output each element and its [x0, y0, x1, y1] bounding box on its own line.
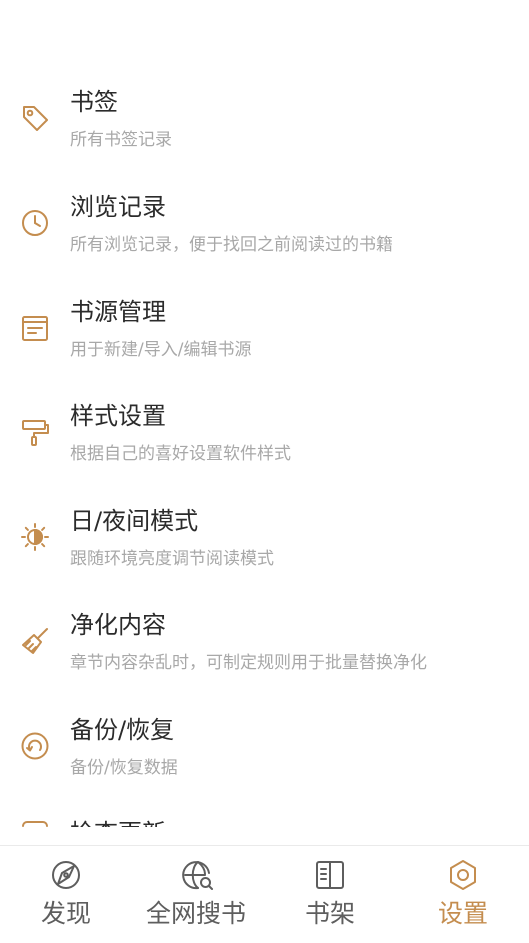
- bottom-navigation: 发现 全网搜书 书架 设置: [0, 845, 529, 943]
- broom-icon: [20, 626, 50, 656]
- settings-item-title: 浏览记录: [70, 193, 166, 221]
- nav-tab-label: 发现: [41, 899, 92, 928]
- clock-icon: [20, 208, 50, 238]
- settings-item-style[interactable]: 样式设置 根据自己的喜好设置软件样式: [0, 400, 529, 504]
- nav-tab-bookshelf[interactable]: 书架: [280, 846, 380, 943]
- upload-icon: [20, 814, 50, 827]
- globe-search-icon: [181, 858, 215, 892]
- settings-list: 书签 所有书签记录 浏览记录 所有浏览记录，便于找回之前阅读过的书籍 书源管理 …: [0, 0, 529, 827]
- settings-item-title: 书源管理: [70, 298, 166, 326]
- settings-item-purify[interactable]: 净化内容 章节内容杂乱时，可制定规则用于批量替换净化: [0, 609, 529, 713]
- settings-item-title: 净化内容: [70, 611, 166, 639]
- settings-item-title: 日/夜间模式: [70, 507, 199, 535]
- settings-item-subtitle: 用于新建/导入/编辑书源: [70, 340, 252, 360]
- nav-tab-label: 设置: [438, 899, 489, 928]
- settings-item-title: 样式设置: [70, 402, 166, 430]
- gear-icon: [446, 858, 480, 892]
- day-night-icon: [20, 522, 50, 552]
- settings-item-subtitle: 跟随环境亮度调节阅读模式: [70, 549, 274, 569]
- settings-item-history[interactable]: 浏览记录 所有浏览记录，便于找回之前阅读过的书籍: [0, 191, 529, 295]
- settings-item-book-sources[interactable]: 书源管理 用于新建/导入/编辑书源: [0, 296, 529, 400]
- settings-item-title: 书签: [70, 88, 118, 116]
- nav-tab-discover[interactable]: 发现: [16, 846, 116, 943]
- settings-item-check-update[interactable]: 检查更新: [0, 802, 529, 827]
- tag-icon: [20, 103, 50, 133]
- nav-tab-label: 全网搜书: [146, 899, 247, 928]
- bookshelf-icon: [313, 858, 347, 892]
- nav-tab-label: 书架: [305, 899, 356, 928]
- settings-item-subtitle: 所有浏览记录，便于找回之前阅读过的书籍: [70, 235, 393, 255]
- settings-item-subtitle: 备份/恢复数据: [70, 758, 178, 778]
- book-source-icon: [20, 313, 50, 343]
- settings-item-bookmarks[interactable]: 书签 所有书签记录: [0, 86, 529, 190]
- settings-item-title: 备份/恢复: [70, 716, 175, 744]
- settings-item-title: 检查更新: [70, 818, 166, 827]
- nav-tab-settings[interactable]: 设置: [413, 846, 513, 943]
- settings-item-day-night[interactable]: 日/夜间模式 跟随环境亮度调节阅读模式: [0, 505, 529, 609]
- settings-item-subtitle: 所有书签记录: [70, 130, 172, 150]
- paint-roller-icon: [20, 417, 50, 447]
- backup-restore-icon: [20, 731, 50, 761]
- nav-tab-search-all[interactable]: 全网搜书: [140, 846, 256, 943]
- compass-icon: [49, 858, 83, 892]
- settings-item-subtitle: 章节内容杂乱时，可制定规则用于批量替换净化: [70, 653, 427, 673]
- settings-item-subtitle: 根据自己的喜好设置软件样式: [70, 444, 291, 464]
